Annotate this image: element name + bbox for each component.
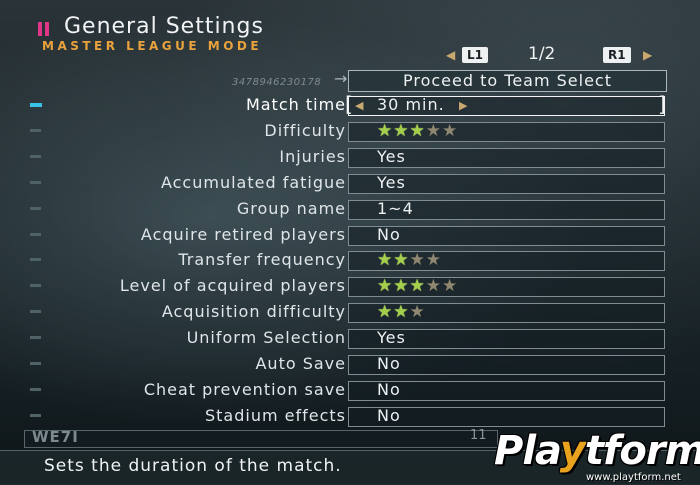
page-left-arrow-icon[interactable]: ◀	[446, 48, 455, 62]
setting-value: Yes	[377, 147, 406, 166]
mode-subtitle: MASTER LEAGUE MODE	[42, 39, 263, 53]
star-filled-icon: ★	[377, 121, 393, 141]
page-left-button[interactable]: L1	[462, 47, 488, 63]
page-right-arrow-icon[interactable]: ▶	[643, 48, 652, 62]
star-empty-icon: ★	[409, 250, 425, 270]
setting-value: Yes	[377, 173, 406, 192]
setting-value: 1~4	[377, 199, 414, 218]
setting-label[interactable]: Acquire retired players	[40, 225, 346, 244]
game-logo: WE7I	[32, 428, 79, 446]
save-code: 3478946230178	[232, 77, 322, 88]
setting-value: No	[377, 354, 401, 373]
star-filled-icon: ★	[393, 302, 409, 322]
help-text: Sets the duration of the match.	[44, 456, 342, 476]
star-filled-icon: ★	[377, 302, 393, 322]
star-empty-icon: ★	[425, 121, 441, 141]
watermark-brand-a: Pla	[494, 428, 561, 474]
status-number: 11	[470, 428, 487, 443]
star-rating: ★ ★ ★ ★	[377, 251, 441, 269]
watermark-brand: Playtform	[494, 428, 700, 474]
setting-label[interactable]: Accumulated fatigue	[40, 173, 346, 192]
setting-label[interactable]: Level of acquired players	[40, 276, 346, 295]
star-empty-icon: ★	[442, 276, 458, 296]
star-empty-icon: ★	[425, 276, 441, 296]
setting-label[interactable]: Group name	[40, 199, 346, 218]
star-rating: ★ ★ ★ ★ ★	[377, 122, 457, 140]
setting-label[interactable]: Uniform Selection	[40, 328, 346, 347]
setting-label[interactable]: Stadium effects	[40, 406, 346, 425]
setting-value: No	[377, 406, 401, 425]
star-filled-icon: ★	[409, 121, 425, 141]
watermark-logo: Playtform www.playtform.net	[494, 428, 700, 483]
setting-label[interactable]: Match time	[40, 95, 346, 114]
selection-bracket-left-icon: [	[345, 92, 353, 116]
setting-value: Yes	[377, 328, 406, 347]
star-empty-icon: ★	[409, 302, 425, 322]
watermark-brand-y: y	[559, 428, 586, 474]
header-mark-icon	[38, 22, 50, 36]
right-arrow-icon: →	[334, 69, 348, 88]
watermark-brand-b: tform	[584, 428, 700, 474]
setting-label[interactable]: Auto Save	[40, 354, 346, 373]
star-filled-icon: ★	[377, 276, 393, 296]
star-filled-icon: ★	[377, 250, 393, 270]
setting-label[interactable]: Transfer frequency	[40, 250, 346, 269]
setting-value: 30 min.	[377, 95, 445, 114]
proceed-button[interactable]: Proceed to Team Select	[348, 70, 667, 92]
value-decrease-icon[interactable]: ◀	[355, 99, 363, 112]
star-filled-icon: ★	[393, 121, 409, 141]
value-increase-icon[interactable]: ▶	[459, 99, 467, 112]
star-rating: ★ ★ ★ ★ ★	[377, 277, 457, 295]
setting-label[interactable]: Cheat prevention save	[40, 380, 346, 399]
setting-label[interactable]: Difficulty	[40, 121, 346, 140]
setting-value: No	[377, 225, 401, 244]
star-filled-icon: ★	[393, 276, 409, 296]
setting-label[interactable]: Injuries	[40, 147, 346, 166]
star-empty-icon: ★	[425, 250, 441, 270]
setting-label[interactable]: Acquisition difficulty	[40, 302, 346, 321]
star-filled-icon: ★	[393, 250, 409, 270]
page-indicator: 1/2	[528, 44, 556, 64]
selection-bracket-right-icon: ]	[658, 92, 666, 116]
star-empty-icon: ★	[442, 121, 458, 141]
page-title: General Settings	[64, 14, 264, 39]
star-filled-icon: ★	[409, 276, 425, 296]
status-strip	[24, 430, 498, 448]
star-rating: ★ ★ ★	[377, 303, 425, 321]
setting-value: No	[377, 380, 401, 399]
watermark-url: www.playtform.net	[586, 472, 681, 483]
page-right-button[interactable]: R1	[603, 47, 631, 63]
